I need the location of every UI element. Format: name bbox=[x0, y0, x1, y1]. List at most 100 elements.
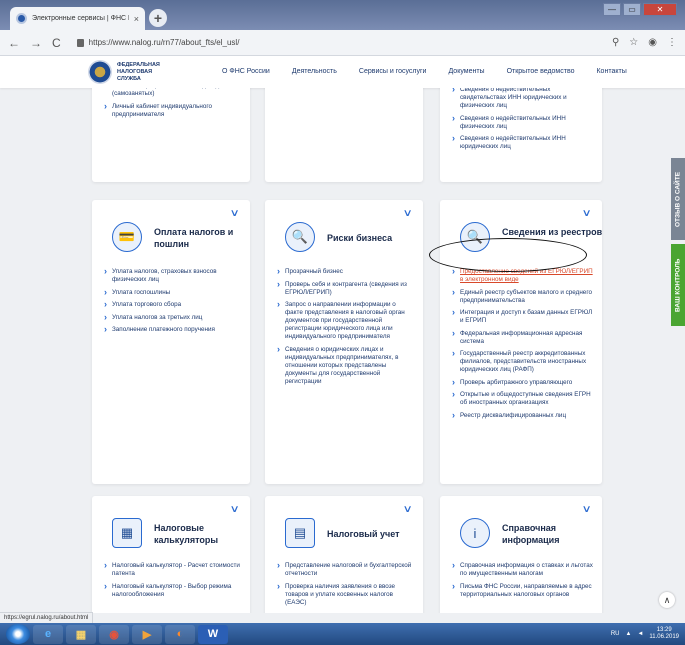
service-link[interactable]: Реестр дисквалифицированных лиц bbox=[452, 411, 594, 420]
card-title: Сведения из реестров bbox=[502, 227, 603, 237]
service-link[interactable]: Федеральная информационная адресная сист… bbox=[452, 329, 594, 346]
service-link[interactable]: Запрос о направлении информации о факте … bbox=[277, 300, 415, 341]
back-button[interactable]: ← bbox=[8, 36, 20, 50]
service-link[interactable]: Проверка наличия заявления о ввозе товар… bbox=[277, 582, 415, 607]
feedback-side-tab[interactable]: ОТЗЫВ О САЙТЕ bbox=[671, 158, 685, 240]
new-tab-button[interactable]: + bbox=[149, 9, 167, 27]
service-link[interactable]: Сведения о юридических лицах и индивидуа… bbox=[277, 345, 415, 386]
service-link[interactable]: Единый реестр субъектов малого и среднег… bbox=[452, 288, 594, 305]
service-link[interactable]: Заполнение платежного поручения bbox=[104, 325, 242, 334]
card-business-risks: ∨ 🔍 Риски бизнеса Прозрачный бизнес Пров… bbox=[265, 200, 423, 484]
service-link[interactable]: Представление налоговой и бухгалтерской … bbox=[277, 561, 415, 578]
nav-item-contacts[interactable]: Контакты bbox=[596, 68, 626, 75]
explorer-app-icon[interactable]: ▦ bbox=[66, 624, 96, 644]
close-window-button[interactable]: ✕ bbox=[643, 3, 677, 16]
scroll-to-top-button[interactable]: ∧ bbox=[659, 592, 675, 608]
service-link[interactable]: Письма ФНС России, направляемые в адрес … bbox=[452, 582, 594, 599]
chevron-down-icon[interactable]: ∨ bbox=[581, 504, 591, 515]
nav-item-open-agency[interactable]: Открытое ведомство bbox=[507, 68, 575, 75]
card-middle-top bbox=[265, 88, 423, 182]
site-header: ФЕДЕРАЛЬНАЯ НАЛОГОВАЯ СЛУЖБА О ФНС Росси… bbox=[0, 56, 685, 88]
nav-item-documents[interactable]: Документы bbox=[448, 68, 484, 75]
clock-date: 11.06.2019 bbox=[649, 634, 679, 640]
minimize-button[interactable]: — bbox=[603, 3, 621, 16]
card-title: Налоговые калькуляторы bbox=[154, 523, 219, 545]
site-logo[interactable]: ФЕДЕРАЛЬНАЯ НАЛОГОВАЯ СЛУЖБА bbox=[88, 60, 177, 84]
chevron-down-icon[interactable]: ∨ bbox=[402, 208, 412, 219]
card-reference-info: ∨ i Справочная информация Справочная инф… bbox=[440, 496, 602, 613]
service-link[interactable]: Интеграция и доступ к базам данных ЕГРЮЛ… bbox=[452, 308, 594, 325]
logo-text: ФЕДЕРАЛЬНАЯ НАЛОГОВАЯ СЛУЖБА bbox=[117, 61, 160, 82]
address-url[interactable]: https://www.nalog.ru/rn77/about_fts/el_u… bbox=[89, 38, 240, 47]
service-link[interactable]: Проверь арбитражного управляющего bbox=[452, 378, 594, 387]
nav-item-activity[interactable]: Деятельность bbox=[292, 68, 337, 75]
control-side-tab[interactable]: ВАШ КОНТРОЛЬ bbox=[671, 244, 685, 326]
service-link[interactable]: Налоговый калькулятор - Расчет стоимости… bbox=[104, 561, 242, 578]
card-tax-calculators: ∨ ▦ Налоговые калькуляторы Налоговый кал… bbox=[92, 496, 250, 613]
service-link[interactable]: налога на профессиональный доход (самоза… bbox=[104, 88, 242, 98]
menu-icon[interactable]: ⋮ bbox=[667, 37, 677, 48]
payment-icon: 💳 bbox=[112, 222, 142, 252]
card-title: Налоговый учет bbox=[327, 529, 400, 539]
card-tax-accounting: ∨ ▤ Налоговый учет Представление налогов… bbox=[265, 496, 423, 613]
service-link[interactable]: Сведения о недействительных ИНН юридичес… bbox=[452, 134, 594, 151]
zoom-icon[interactable]: ⚲ bbox=[612, 37, 619, 48]
nav-item-services[interactable]: Сервисы и госуслуги bbox=[359, 68, 427, 75]
service-link[interactable]: Личный кабинет индивидуального предприни… bbox=[104, 102, 242, 119]
address-bar[interactable]: https://www.nalog.ru/rn77/about_fts/el_u… bbox=[71, 34, 602, 52]
chevron-down-icon[interactable]: ∨ bbox=[229, 504, 239, 515]
service-link[interactable]: Сведения о недействительных ИНН физическ… bbox=[452, 114, 594, 131]
reload-button[interactable]: C bbox=[52, 36, 61, 50]
chevron-down-icon[interactable]: ∨ bbox=[402, 504, 412, 515]
bookmark-star-icon[interactable]: ☆ bbox=[629, 37, 638, 48]
hand-drawn-highlight-ellipse bbox=[429, 238, 587, 272]
service-link[interactable]: Уплата госпошлины bbox=[104, 288, 242, 297]
language-indicator[interactable]: RU bbox=[611, 631, 620, 637]
browser-tabstrip: Электронные сервисы | ФНС Р... × + — ▭ ✕ bbox=[0, 0, 685, 30]
info-icon: i bbox=[460, 518, 490, 548]
nav-item-about[interactable]: О ФНС России bbox=[222, 68, 270, 75]
browser-tab[interactable]: Электронные сервисы | ФНС Р... × bbox=[10, 7, 145, 30]
calculator-icon: ▦ bbox=[112, 518, 142, 548]
tab-title: Электронные сервисы | ФНС Р... bbox=[32, 15, 129, 22]
card-title: Оплата налогов и пошлин bbox=[154, 227, 234, 249]
clock[interactable]: 13:29 11.06.2019 bbox=[649, 627, 679, 641]
service-link[interactable]: Государственный реестр аккредитованных ф… bbox=[452, 349, 594, 374]
status-url: https://egrul.nalog.ru/about.html bbox=[0, 612, 94, 623]
services-grid: налога на профессиональный доход (самоза… bbox=[0, 88, 685, 613]
maximize-button[interactable]: ▭ bbox=[623, 3, 641, 16]
firefox-app-icon[interactable]: ◐ bbox=[165, 624, 195, 644]
document-icon: ▤ bbox=[285, 518, 315, 548]
forward-button[interactable]: → bbox=[30, 36, 42, 50]
card-title: Справочная информация bbox=[502, 523, 560, 545]
volume-icon[interactable]: ◄ bbox=[637, 631, 643, 637]
word-app-icon[interactable]: W bbox=[198, 624, 228, 644]
close-icon[interactable]: × bbox=[134, 14, 139, 24]
windows-taskbar: e ▦ ◉ ▶ ◐ W RU ▲ ◄ 13:29 11.06.2019 bbox=[0, 623, 685, 645]
card-title: Риски бизнеса bbox=[327, 233, 393, 243]
profile-icon[interactable]: ◉ bbox=[648, 37, 657, 48]
magnifier-icon: 🔍 bbox=[285, 222, 315, 252]
media-player-app-icon[interactable]: ▶ bbox=[132, 624, 162, 644]
start-button[interactable] bbox=[6, 624, 30, 644]
system-tray: RU ▲ ◄ 13:29 11.06.2019 bbox=[611, 627, 685, 641]
network-icon[interactable]: ▲ bbox=[626, 631, 632, 637]
service-link[interactable]: Открытые и общедоступные сведения ЕГРН о… bbox=[452, 390, 594, 407]
service-link[interactable]: Налоговый калькулятор - Выбор режима нал… bbox=[104, 582, 242, 599]
chevron-down-icon[interactable]: ∨ bbox=[581, 208, 591, 219]
main-nav: О ФНС России Деятельность Сервисы и госу… bbox=[222, 68, 627, 75]
service-link[interactable]: Проверь себя и контрагента (сведения из … bbox=[277, 280, 415, 297]
service-link[interactable]: Уплата налогов, страховых взносов физиче… bbox=[104, 267, 242, 284]
service-link[interactable]: Уплата торгового сбора bbox=[104, 300, 242, 309]
ie-app-icon[interactable]: e bbox=[33, 624, 63, 644]
service-link[interactable]: Справочная информация о ставках и льгота… bbox=[452, 561, 594, 578]
card-inn-info: Сведения о недействительных свидетельств… bbox=[440, 88, 602, 182]
service-link[interactable]: Сведения о недействительных свидетельств… bbox=[452, 88, 594, 110]
fns-emblem-icon bbox=[88, 60, 112, 84]
service-link[interactable]: Уплата налогов за третьих лиц bbox=[104, 313, 242, 322]
window-controls: — ▭ ✕ bbox=[603, 3, 677, 16]
chrome-app-icon[interactable]: ◉ bbox=[99, 624, 129, 644]
chevron-down-icon[interactable]: ∨ bbox=[229, 208, 239, 219]
card-personal-cabinets: налога на профессиональный доход (самоза… bbox=[92, 88, 250, 182]
service-link[interactable]: Прозрачный бизнес bbox=[277, 267, 415, 276]
